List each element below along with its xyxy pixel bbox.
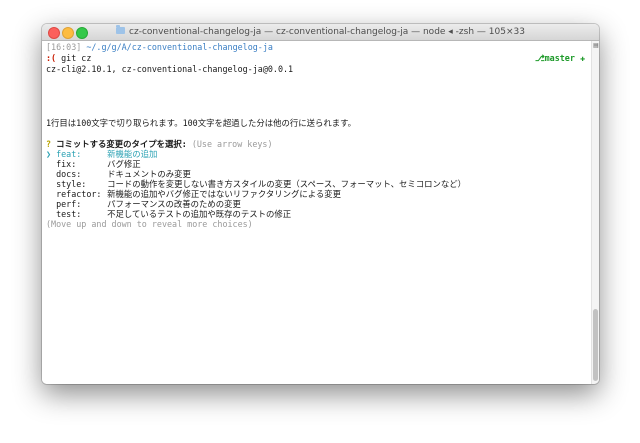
question-line: ? コミットする変更のタイプを選択: (Use arrow keys) [46, 139, 273, 149]
question-text: コミットする変更のタイプを選択: [56, 139, 187, 149]
screen: cz-conventional-changelog-ja — cz-conven… [0, 0, 640, 443]
choice-key: feat: [56, 149, 82, 159]
prompt-time: [16:03] [46, 42, 82, 52]
choice-desc: 新機能の追加やバグ修正ではないリファクタリングによる変更 [107, 189, 342, 199]
branch-status-icon: ✚ [579, 53, 585, 63]
choice-desc: コードの動作を変更しない書き方スタイルの変更（スペース、フォーマット、セミコロン… [107, 179, 467, 189]
choice-feat[interactable]: ❯ feat: 新機能の追加 [46, 149, 157, 159]
choice-key: fix: [56, 159, 77, 169]
choice-desc: 不足しているテストの追加や既存のテストの修正 [107, 209, 292, 219]
choice-desc: バグ修正 [107, 159, 141, 169]
version-line: cz-cli@2.10.1, cz-conventional-changelog… [46, 64, 294, 74]
git-branch-indicator: ⎇master ✚ [535, 53, 585, 63]
title-bar[interactable]: cz-conventional-changelog-ja — cz-conven… [42, 24, 599, 41]
choice-fix[interactable]: fix: バグ修正 [46, 159, 141, 169]
choice-key: docs: [56, 169, 82, 179]
choice-key: perf: [56, 199, 82, 209]
branch-name: master [544, 53, 575, 63]
prompt-face: :( [46, 53, 57, 63]
folder-icon [116, 25, 126, 34]
choice-key: refactor: [56, 189, 102, 199]
prompt-line-1: [16:03] ~/.g/g/A/cz-conventional-changel… [46, 42, 273, 52]
branch-icon: ⎇ [534, 53, 545, 63]
choice-key: test: [56, 209, 82, 219]
choice-key: style: [56, 179, 87, 189]
scroll-menu-icon[interactable]: ▤ [593, 43, 599, 49]
terminal-window: cz-conventional-changelog-ja — cz-conven… [42, 24, 599, 384]
prompt-path: ~/.g/g/A/cz-conventional-changelog-ja [86, 42, 273, 52]
choice-style[interactable]: style: コードの動作を変更しない書き方スタイルの変更（スペース、フォーマット… [46, 179, 466, 189]
prompt-command: git cz [61, 53, 92, 63]
scroll-thumb[interactable] [593, 309, 598, 381]
more-choices-hint: (Move up and down to reveal more choices… [46, 219, 253, 229]
prompt-line-2: :( git cz [46, 53, 91, 63]
window-title-container: cz-conventional-changelog-ja — cz-conven… [42, 25, 599, 39]
terminal-content[interactable]: [16:03] ~/.g/g/A/cz-conventional-changel… [42, 41, 591, 384]
pointer-icon: ❯ [46, 149, 52, 159]
scrollbar[interactable]: ▤ [591, 41, 599, 384]
window-title: cz-conventional-changelog-ja — cz-conven… [129, 27, 525, 37]
choice-test[interactable]: test: 不足しているテストの追加や既存のテストの修正 [46, 209, 291, 219]
choice-desc: パフォーマンスの改善のための変更 [107, 199, 241, 209]
notice-line: 1行目は100文字で切り取られます。100文字を超過した分は他の行に送られます。 [46, 118, 356, 128]
choice-docs[interactable]: docs: ドキュメントのみ変更 [46, 169, 191, 179]
choice-perf[interactable]: perf: パフォーマンスの改善のための変更 [46, 199, 241, 209]
question-mark: ? [46, 139, 52, 149]
question-hint: (Use arrow keys) [191, 139, 273, 149]
choice-desc: 新機能の追加 [107, 149, 158, 159]
choice-desc: ドキュメントのみ変更 [107, 169, 191, 179]
choice-refactor[interactable]: refactor: 新機能の追加やバグ修正ではないリファクタリングによる変更 [46, 189, 341, 199]
